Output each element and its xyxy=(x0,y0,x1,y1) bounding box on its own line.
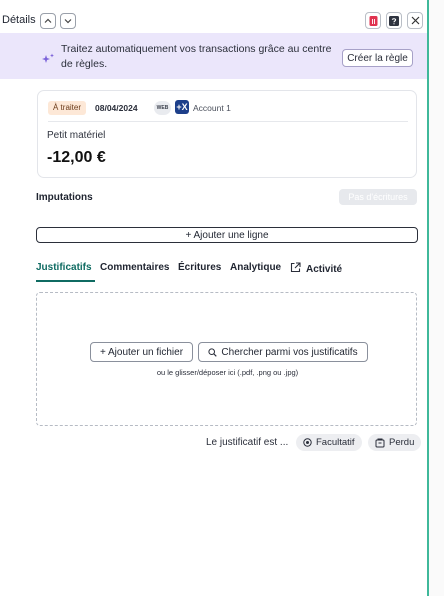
add-line-button[interactable]: + Ajouter une ligne xyxy=(36,227,418,243)
sparkle-icon xyxy=(42,53,54,63)
account-name: Account 1 xyxy=(193,103,231,113)
details-panel: Détails Traitez automatiquement vos tran… xyxy=(0,0,427,596)
tab-activite-label: Activité xyxy=(306,264,343,275)
close-button[interactable] xyxy=(407,12,423,29)
dropzone-hint: ou le glisser/déposer ici (.pdf, .png ou… xyxy=(156,368,299,377)
trash-icon xyxy=(369,15,377,26)
search-receipts-button[interactable]: Chercher parmi vos justificatifs xyxy=(198,342,368,362)
tab-analytique[interactable]: Analytique xyxy=(230,262,281,273)
panel-title: Détails xyxy=(2,14,36,26)
tab-activite[interactable]: Activité xyxy=(290,262,342,275)
active-tab-indicator xyxy=(36,280,95,282)
optional-label: Facultatif xyxy=(316,437,355,448)
no-entries-badge: Pas d'écritures xyxy=(339,189,417,205)
account-icon: +X xyxy=(175,100,189,114)
optional-button[interactable]: Facultatif xyxy=(296,434,362,451)
chevron-up-icon xyxy=(44,18,52,23)
banner-text: Traitez automatiquement vos transactions… xyxy=(61,43,332,70)
transaction-amount: -12,00 € xyxy=(47,149,106,166)
help-button[interactable] xyxy=(386,12,402,29)
radio-icon xyxy=(303,438,312,447)
add-file-button[interactable]: + Ajouter un fichier xyxy=(90,342,193,362)
search-icon xyxy=(208,347,218,357)
tab-ecritures[interactable]: Écritures xyxy=(178,262,221,273)
transaction-label: Petit matériel xyxy=(47,130,106,141)
card-divider xyxy=(48,121,408,122)
lost-receipt-icon xyxy=(375,438,385,447)
transaction-card: À traiter 08/04/2024 WEB +X Account 1 Pe… xyxy=(37,90,417,178)
background-strip xyxy=(429,0,444,596)
status-badge: À traiter xyxy=(48,101,87,115)
previous-button[interactable] xyxy=(40,13,56,29)
receipt-status-label: Le justificatif est ... xyxy=(206,437,289,448)
search-receipts-label: Chercher parmi vos justificatifs xyxy=(221,346,358,358)
tab-commentaires[interactable]: Commentaires xyxy=(100,262,169,273)
panel-header: Détails xyxy=(0,9,427,33)
create-rule-button[interactable]: Créer la règle xyxy=(342,49,413,67)
lost-label: Perdu xyxy=(389,437,415,448)
chevron-down-icon xyxy=(64,19,72,24)
source-badge: WEB xyxy=(154,101,171,115)
delete-button[interactable] xyxy=(365,12,381,29)
next-button[interactable] xyxy=(60,13,76,29)
lost-button[interactable]: Perdu xyxy=(368,434,422,451)
help-icon xyxy=(389,15,399,26)
imputations-title: Imputations xyxy=(36,192,93,203)
transaction-date: 08/04/2024 xyxy=(95,103,138,113)
tab-bar: Justificatifs Commentaires Écritures Ana… xyxy=(36,258,416,280)
upload-dropzone[interactable]: + Ajouter un fichier Chercher parmi vos … xyxy=(36,292,417,426)
tab-justificatifs[interactable]: Justificatifs xyxy=(36,262,92,273)
rules-banner: Traitez automatiquement vos transactions… xyxy=(0,33,427,79)
external-link-icon xyxy=(290,262,301,273)
close-icon xyxy=(411,16,419,25)
